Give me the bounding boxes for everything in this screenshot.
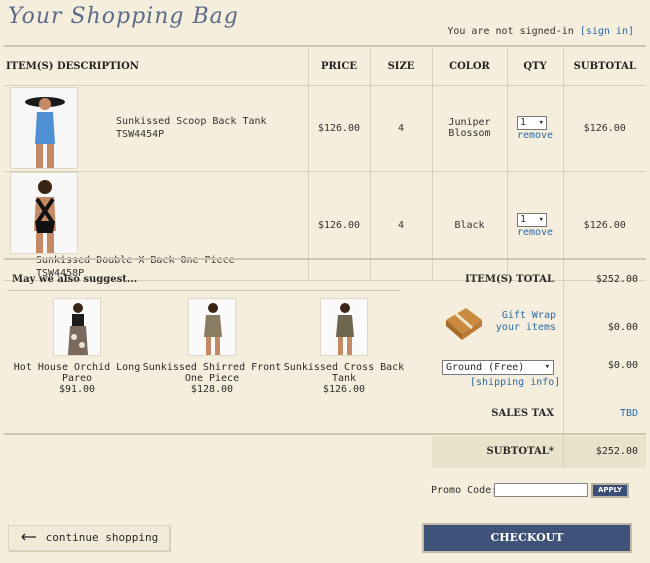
item-description-cell: Sunkissed Scoop Back Tank TSW4454P — [4, 85, 309, 172]
signin-status: You are not signed-in [sign in] — [447, 26, 634, 37]
promo-code-input[interactable] — [494, 483, 588, 497]
shipping-value: $0.00 — [607, 360, 638, 371]
table-row: Sunkissed Scoop Back Tank TSW4454P $126.… — [4, 85, 646, 172]
qty-box: 1 remove — [516, 115, 553, 141]
signin-link[interactable]: [sign in] — [580, 26, 634, 37]
suggestion-thumbnail[interactable] — [53, 298, 101, 356]
continue-shopping-button[interactable]: continue shopping — [8, 525, 170, 551]
suggestion-item[interactable]: Sunkissed Shirred Front One Piece $128.0… — [142, 298, 282, 395]
item-color-line1: Black — [454, 220, 485, 231]
product-thumbnail[interactable] — [10, 87, 78, 169]
item-color-line1: Juniper — [448, 117, 491, 128]
qty-select[interactable]: 1 — [516, 115, 547, 130]
gift-box-icon[interactable] — [442, 302, 486, 344]
item-size: 4 — [370, 85, 433, 172]
suggestions-divider — [8, 290, 400, 291]
item-sku: TSW4454P — [116, 129, 165, 140]
subtotal-bar: SUBTOTAL* $252.00 — [432, 436, 646, 468]
suggestion-price: $126.00 — [322, 384, 366, 395]
sales-tax-value[interactable]: TBD — [620, 408, 638, 419]
suggestions-title: May we also suggest... — [12, 274, 138, 285]
item-price: $126.00 — [308, 85, 371, 172]
suggestion-item[interactable]: Hot House Orchid Long Pareo $91.00 — [7, 298, 147, 395]
gift-wrap-value: $0.00 — [607, 322, 638, 333]
continue-shopping-label: continue shopping — [45, 531, 159, 544]
sales-tax-label: SALES TAX — [491, 408, 554, 419]
checkout-button[interactable]: CHECKOUT — [422, 523, 632, 553]
remove-link[interactable]: remove — [517, 130, 553, 141]
gift-wrap-link[interactable]: Gift Wrap your items — [494, 310, 556, 334]
item-color: Black — [432, 171, 508, 281]
apply-button[interactable]: APPLY — [591, 483, 629, 498]
suggestion-name: Hot House Orchid Long — [13, 362, 141, 373]
item-name[interactable]: Sunkissed Scoop Back Tank — [116, 116, 267, 127]
subtotal-label: SUBTOTAL* — [486, 446, 554, 457]
suggestion-name: Sunkissed Shirred Front — [142, 362, 282, 373]
items-total-label: ITEM(S) TOTAL — [465, 274, 554, 285]
cart-table: ITEM(S) DESCRIPTION PRICE SIZE COLOR QTY… — [4, 48, 646, 281]
suggestion-name-line2: One Piece — [184, 373, 240, 384]
page-title: Your Shopping Bag — [8, 4, 239, 29]
items-total-value: $252.00 — [595, 274, 638, 285]
header-description: ITEM(S) DESCRIPTION — [4, 48, 309, 86]
remove-link[interactable]: remove — [517, 227, 553, 238]
header-qty: QTY — [507, 48, 564, 86]
suggestions-panel: May we also suggest... Hot House Orchid … — [4, 262, 432, 434]
product-thumbnail[interactable] — [10, 171, 78, 254]
header-size: SIZE — [370, 48, 433, 86]
header-subtotal: SUBTOTAL — [563, 48, 646, 86]
shipping-select[interactable]: Ground (Free) — [442, 360, 554, 375]
subtotal-value: $252.00 — [595, 446, 638, 457]
suggestion-price: $91.00 — [58, 384, 96, 395]
arrow-left-icon — [21, 526, 39, 550]
suggestion-name-line2: Pareo — [61, 373, 93, 384]
header-price: PRICE — [308, 48, 371, 86]
suggestion-item[interactable]: Sunkissed Cross Back Tank $126.00 — [274, 298, 414, 395]
cart-header-row: ITEM(S) DESCRIPTION PRICE SIZE COLOR QTY… — [4, 48, 646, 86]
suggestion-name-line2: Tank — [331, 373, 357, 384]
header-divider — [4, 45, 646, 47]
suggestion-thumbnail[interactable] — [320, 298, 368, 356]
table-bottom-divider — [4, 258, 646, 260]
item-text: Sunkissed Scoop Back Tank TSW4454P — [116, 115, 267, 141]
header-color: COLOR — [432, 48, 508, 86]
item-qty-cell: 1 remove — [507, 85, 564, 172]
item-color: Juniper Blossom — [432, 85, 508, 172]
item-qty-cell: 1 remove — [507, 171, 564, 281]
totals-bottom-divider — [4, 433, 646, 435]
item-color-line2: Blossom — [448, 128, 491, 139]
item-subtotal: $126.00 — [563, 171, 646, 281]
gift-wrap-line1[interactable]: Gift Wrap — [502, 310, 556, 321]
suggestion-name: Sunkissed Cross Back — [283, 362, 405, 373]
qty-box: 1 remove — [516, 213, 553, 238]
suggestion-thumbnail[interactable] — [188, 298, 236, 356]
subtotal-divider — [563, 436, 564, 468]
qty-select[interactable]: 1 — [516, 213, 547, 227]
gift-wrap-line2[interactable]: your items — [496, 322, 556, 333]
suggestion-price: $128.00 — [190, 384, 234, 395]
item-subtotal: $126.00 — [563, 85, 646, 172]
signin-status-text: You are not signed-in — [447, 26, 574, 37]
shipping-info-link[interactable]: [shipping info] — [470, 377, 560, 388]
promo-label: Promo Code: — [431, 485, 498, 496]
